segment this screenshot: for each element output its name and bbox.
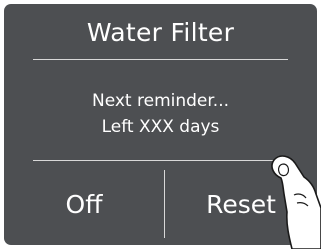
screen-title: Water Filter: [86, 18, 235, 47]
reset-button[interactable]: Reset: [165, 170, 317, 238]
message-divider: [33, 160, 288, 161]
water-filter-screen: Water Filter Next reminder... Left XXX d…: [4, 4, 317, 245]
reminder-line-next: Next reminder...: [91, 91, 230, 111]
reminder-message: Next reminder... Left XXX days: [4, 88, 317, 140]
off-button-label: Off: [65, 189, 103, 219]
off-button[interactable]: Off: [4, 170, 164, 238]
title-divider: [33, 59, 288, 60]
reset-button-label: Reset: [206, 189, 276, 219]
reminder-line-days-left: Left XXX days: [101, 117, 220, 137]
